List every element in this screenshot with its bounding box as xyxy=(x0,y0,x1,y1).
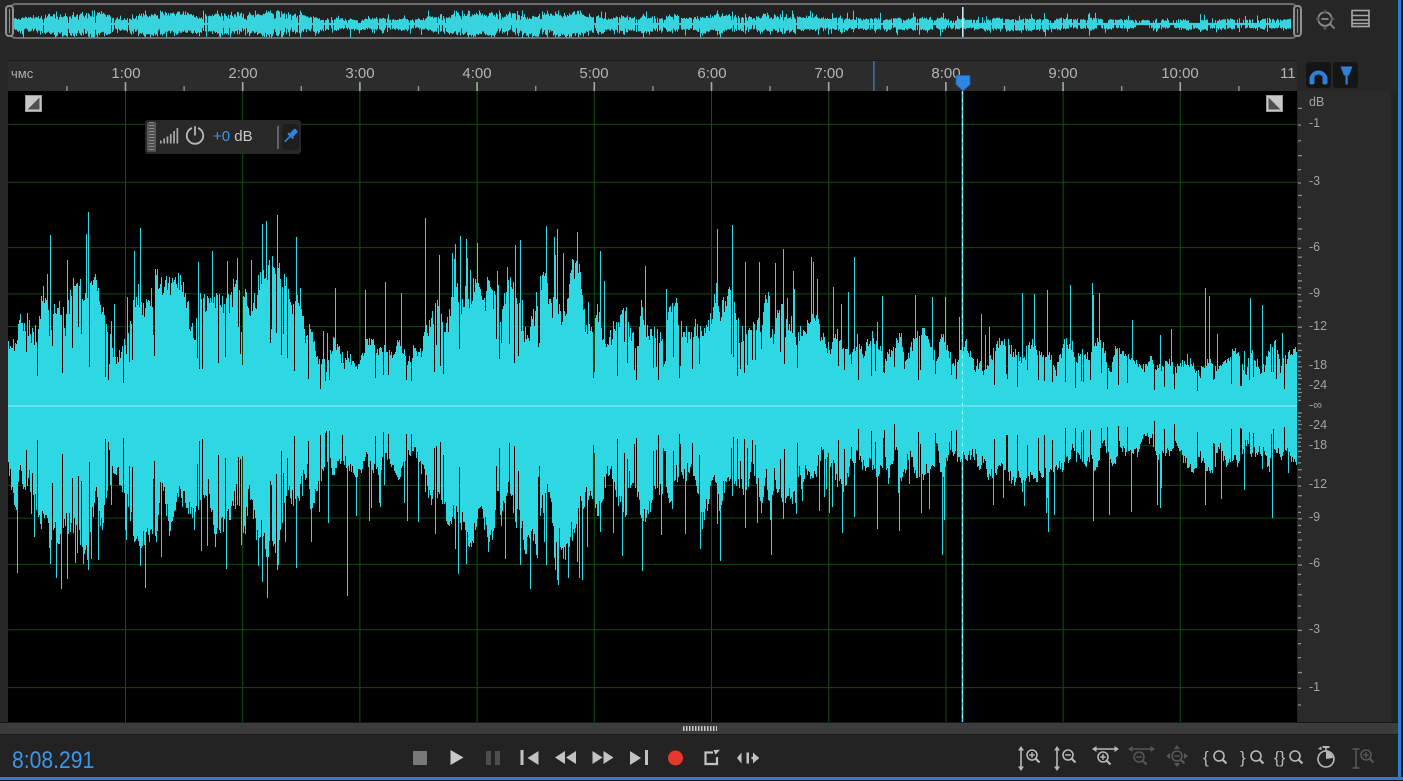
svg-text:{: { xyxy=(1203,748,1209,767)
svg-text:}: } xyxy=(1240,748,1246,767)
svg-text:{}: {} xyxy=(1274,748,1286,767)
